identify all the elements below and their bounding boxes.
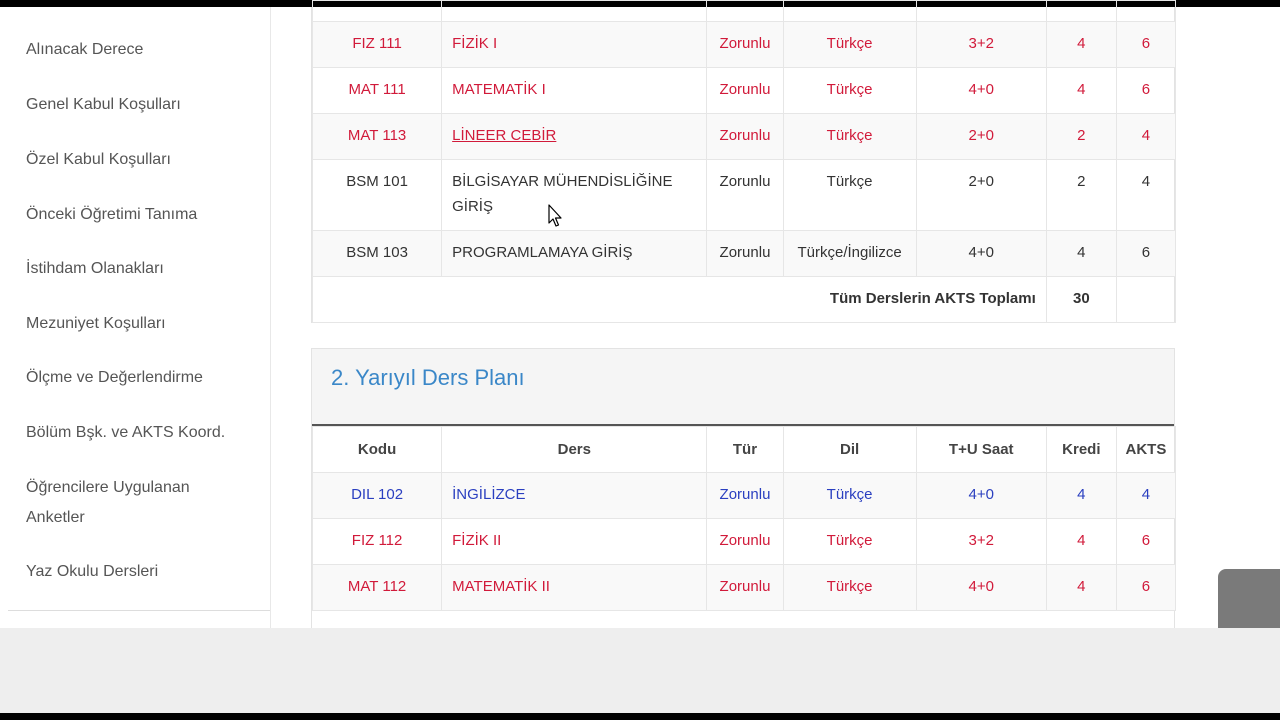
- header-hours: T+U Saat: [915, 426, 1047, 473]
- course-name[interactable]: FİZİK II: [441, 518, 708, 565]
- course-name[interactable]: BİLGİSAYAR MÜHENDİSLİĞİNE GİRİŞ: [441, 159, 708, 231]
- bottom-black-bar: [0, 713, 1280, 720]
- table-header-row: Kodu Ders Tür Dil T+U Saat Kredi AKTS: [311, 426, 1177, 473]
- course-hours: 3+2: [915, 21, 1047, 68]
- semester2-table: Kodu Ders Tür Dil T+U Saat Kredi AKTS DI…: [311, 426, 1177, 611]
- course-lang: Türkçe: [782, 564, 917, 611]
- course-type: Zorunlu: [706, 472, 784, 519]
- course-lang: Türkçe: [782, 472, 917, 519]
- sidebar-item-olcme[interactable]: Ölçme ve Değerlendirme: [26, 363, 246, 393]
- course-lang: Türkçe: [782, 159, 917, 231]
- sidebar-nav: Alınacak Derece Genel Kabul Koşulları Öz…: [0, 7, 271, 628]
- page-footer-area: [0, 628, 1280, 713]
- course-ects: 4: [1115, 472, 1177, 519]
- course-name[interactable]: MATEMATİK II: [441, 564, 708, 611]
- course-ects: 6: [1115, 230, 1177, 277]
- semester1-table: FIZ 111 FİZİK I Zorunlu Türkçe 3+2 4 6 M…: [311, 0, 1177, 323]
- sidebar-item-onceki-ogretim[interactable]: Önceki Öğretimi Tanıma: [26, 200, 246, 230]
- header-credit: Kredi: [1045, 426, 1117, 473]
- table-row: FIZ 111 FİZİK I Zorunlu Türkçe 3+2 4 6: [311, 21, 1177, 68]
- course-name-link[interactable]: LİNEER CEBİR: [441, 113, 708, 160]
- header-type: Tür: [706, 426, 784, 473]
- course-lang: Türkçe: [782, 113, 917, 160]
- course-ects: 6: [1115, 67, 1177, 114]
- table-row: MAT 113 LİNEER CEBİR Zorunlu Türkçe 2+0 …: [311, 113, 1177, 160]
- course-credit: 4: [1045, 21, 1117, 68]
- sidebar-divider: [8, 610, 270, 611]
- course-name[interactable]: FİZİK I: [441, 21, 708, 68]
- course-credit: 4: [1045, 67, 1117, 114]
- course-lang: Türkçe: [782, 67, 917, 114]
- table-row: DIL 102 İNGİLİZCE Zorunlu Türkçe 4+0 4 4: [311, 472, 1177, 519]
- course-code[interactable]: MAT 112: [311, 564, 443, 611]
- sidebar-item-alinacak-derece[interactable]: Alınacak Derece: [26, 35, 246, 65]
- course-name[interactable]: MATEMATİK I: [441, 67, 708, 114]
- table-row-clipped: [311, 0, 1177, 22]
- course-credit: 4: [1045, 564, 1117, 611]
- course-ects: 6: [1115, 564, 1177, 611]
- course-type: Zorunlu: [706, 230, 784, 277]
- sidebar-item-yaz-okulu[interactable]: Yaz Okulu Dersleri: [26, 557, 246, 587]
- course-name[interactable]: PROGRAMLAMAYA GİRİŞ: [441, 230, 708, 277]
- course-lang: Türkçe: [782, 518, 917, 565]
- course-code[interactable]: FIZ 111: [311, 21, 443, 68]
- sidebar-item-mezuniyet[interactable]: Mezuniyet Koşulları: [26, 309, 246, 339]
- table-row: BSM 101 BİLGİSAYAR MÜHENDİSLİĞİNE GİRİŞ …: [311, 159, 1177, 231]
- course-name[interactable]: İNGİLİZCE: [441, 472, 708, 519]
- sidebar-item-bolum-bsk[interactable]: Bölüm Bşk. ve AKTS Koord.: [26, 418, 246, 448]
- course-credit: 4: [1045, 230, 1117, 277]
- total-label: Tüm Derslerin AKTS Toplamı: [312, 276, 1047, 323]
- course-type: Zorunlu: [706, 159, 784, 231]
- course-type: Zorunlu: [706, 518, 784, 565]
- total-value: 30: [1045, 276, 1117, 323]
- course-code[interactable]: BSM 101: [311, 159, 443, 231]
- course-hours: 4+0: [915, 67, 1047, 114]
- course-credit: 4: [1045, 472, 1117, 519]
- course-code[interactable]: MAT 111: [311, 67, 443, 114]
- course-type: Zorunlu: [706, 113, 784, 160]
- table-row: MAT 112 MATEMATİK II Zorunlu Türkçe 4+0 …: [311, 564, 1177, 611]
- mouse-pointer-icon: [548, 204, 562, 227]
- course-type: Zorunlu: [706, 21, 784, 68]
- course-ects: 6: [1115, 518, 1177, 565]
- course-ects: 4: [1115, 159, 1177, 231]
- total-row: Tüm Derslerin AKTS Toplamı 30: [312, 276, 1177, 323]
- table-row: BSM 103 PROGRAMLAMAYA GİRİŞ Zorunlu Türk…: [311, 230, 1177, 277]
- course-hours: 4+0: [915, 230, 1047, 277]
- header-ects: AKTS: [1115, 426, 1177, 473]
- sidebar-item-genel-kabul[interactable]: Genel Kabul Koşulları: [26, 90, 246, 120]
- header-name: Ders: [441, 426, 708, 473]
- course-hours: 4+0: [915, 564, 1047, 611]
- course-code[interactable]: MAT 113: [311, 113, 443, 160]
- course-hours: 2+0: [915, 159, 1047, 231]
- semester1-panel: FIZ 111 FİZİK I Zorunlu Türkçe 3+2 4 6 M…: [311, 0, 1177, 323]
- course-credit: 2: [1045, 113, 1117, 160]
- semester2-panel: 2. Yarıyıl Ders Planı Kodu Ders Tür Dil …: [311, 348, 1177, 628]
- course-code[interactable]: DIL 102: [311, 472, 443, 519]
- course-lang: Türkçe: [782, 21, 917, 68]
- sidebar-item-ozel-kabul[interactable]: Özel Kabul Koşulları: [26, 145, 246, 175]
- table-row: FIZ 112 FİZİK II Zorunlu Türkçe 3+2 4 6: [311, 518, 1177, 565]
- floating-action-button[interactable]: [1218, 569, 1280, 628]
- header-lang: Dil: [782, 426, 917, 473]
- course-type: Zorunlu: [706, 564, 784, 611]
- header-code: Kodu: [311, 426, 443, 473]
- course-lang: Türkçe/İngilizce: [782, 230, 917, 277]
- course-credit: 2: [1045, 159, 1117, 231]
- table-row: MAT 111 MATEMATİK I Zorunlu Türkçe 4+0 4…: [311, 67, 1177, 114]
- course-code[interactable]: FIZ 112: [311, 518, 443, 565]
- course-code[interactable]: BSM 103: [311, 230, 443, 277]
- sidebar-item-anketler[interactable]: Öğrencilere Uygulanan Anketler: [26, 473, 226, 533]
- sidebar-item-istihdam[interactable]: İstihdam Olanakları: [26, 254, 246, 284]
- panel-header: 2. Yarıyıl Ders Planı: [312, 349, 1174, 426]
- course-hours: 4+0: [915, 472, 1047, 519]
- course-hours: 2+0: [915, 113, 1047, 160]
- course-ects: 6: [1115, 21, 1177, 68]
- course-type: Zorunlu: [706, 67, 784, 114]
- course-credit: 4: [1045, 518, 1117, 565]
- panel-title: 2. Yarıyıl Ders Planı: [331, 365, 525, 390]
- course-hours: 3+2: [915, 518, 1047, 565]
- course-ects: 4: [1115, 113, 1177, 160]
